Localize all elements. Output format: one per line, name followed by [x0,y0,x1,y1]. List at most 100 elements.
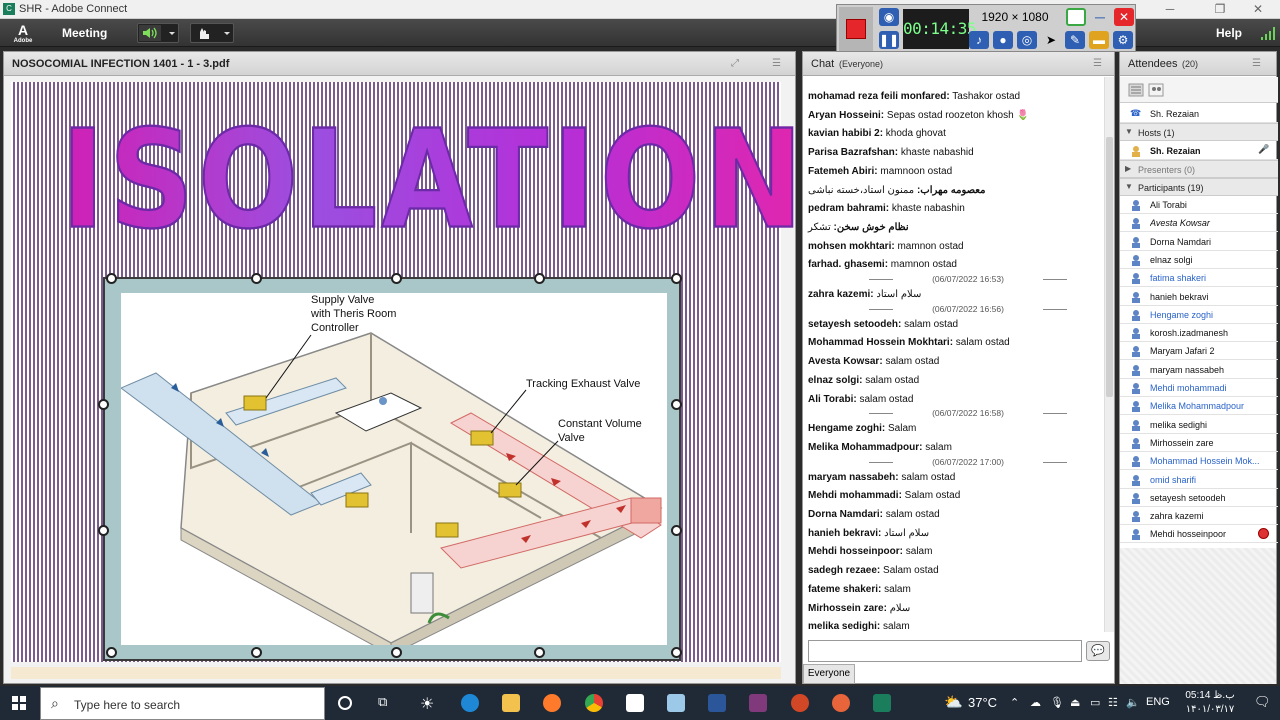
recorder-app-icon[interactable] [832,694,850,712]
resize-handle[interactable] [391,273,402,284]
participant-row[interactable]: Maryam Jafari 2 [1120,342,1278,361]
screenshot-icon[interactable]: ◉ [879,8,899,26]
scrollbar-thumb[interactable] [1106,137,1113,397]
microphone-icon[interactable]: ● [993,31,1013,49]
participant-row[interactable]: elnaz solgi [1120,251,1278,269]
notes-app-icon[interactable] [667,694,685,712]
stop-record-icon [846,19,866,39]
list-view-icon[interactable] [1128,82,1144,98]
participant-row[interactable]: omid sharifi [1120,471,1278,489]
resize-handle[interactable] [671,525,682,536]
usb-icon[interactable]: ⏏ [1070,696,1080,709]
participant-row[interactable]: fatima shakeri [1120,269,1278,288]
microphone-tray-icon[interactable]: 🎙 [1050,696,1064,709]
resize-handle[interactable] [106,273,117,284]
onenote-icon[interactable] [749,694,767,712]
chat-text: Tashakor ostad [949,91,1021,102]
share-pod-title: NOSOCOMIAL INFECTION 1401 - 1 - 3.pdf [12,58,230,70]
resize-handle[interactable] [98,399,109,410]
close-recorder-icon[interactable]: ✕ [1114,8,1134,26]
webcam-icon[interactable]: ◎ [1017,31,1037,49]
hosts-section[interactable]: ▼ Hosts (1) [1120,123,1278,141]
pause-icon[interactable]: ❚❚ [879,31,899,49]
resize-handle[interactable] [671,273,682,284]
firefox-icon[interactable] [543,694,561,712]
weather-sun-icon[interactable]: ☀ [420,694,438,713]
pen-icon[interactable]: ✎ [1065,31,1085,49]
tray-chevron-up-icon[interactable]: ⌃ [1010,696,1019,709]
resize-handle[interactable] [534,273,545,284]
network-icon[interactable]: ☷ [1108,696,1118,709]
notifications-icon[interactable]: 🗨 [1254,694,1271,710]
taskbar-search-box[interactable]: ⌕ Type here to search [40,687,325,720]
record-stop-button[interactable] [839,7,873,51]
participant-row[interactable]: hanieh bekravi [1120,288,1278,306]
taskbar-clock[interactable]: 05:14 ب.ظ ۱۴۰۱/۰۳/۱۷ [1184,689,1236,717]
cloud-icon[interactable]: ☁ [1030,696,1041,709]
resize-handle[interactable] [671,399,682,410]
participant-row[interactable]: Hengame zoghi [1120,306,1278,324]
participant-row[interactable]: Ali Torabi [1120,196,1278,214]
participant-row[interactable]: Dorna Namdari [1120,233,1278,251]
pod-menu-icon[interactable]: ☰ [772,58,781,69]
input-language[interactable]: ENG [1146,696,1170,708]
resize-handle[interactable] [391,647,402,658]
volume-tray-icon[interactable]: 🔈 [1126,696,1140,709]
resize-handle[interactable] [251,273,262,284]
chat-scrollbar[interactable] [1104,77,1114,632]
minimize-button[interactable]: ─ [1155,1,1185,18]
resize-handle[interactable] [671,647,682,658]
adobe-connect-taskbar-icon[interactable] [873,694,891,712]
participants-section[interactable]: ▼ Participants (19) [1120,178,1278,196]
presenter-row[interactable]: ☎ Sh. Rezaian [1120,105,1278,123]
participant-row[interactable]: maryam nassabeh [1120,361,1278,379]
word-icon[interactable] [708,694,726,712]
windows-start-icon[interactable] [12,696,26,710]
close-button[interactable]: ✕ [1243,1,1273,18]
participant-row[interactable]: Mehdi mohammadi [1120,379,1278,397]
resize-handle[interactable] [106,647,117,658]
folder-icon[interactable]: ▬ [1089,31,1109,49]
participant-row[interactable]: Mirhossein zare [1120,434,1278,452]
resize-handle[interactable] [251,647,262,658]
participant-row[interactable]: Avesta Kowsar [1120,214,1278,233]
speaker-toggle-button[interactable] [137,23,179,43]
volume-icon[interactable]: ♪ [969,31,989,49]
participant-row[interactable]: Mohammad Hossein Mok... [1120,452,1278,471]
chat-message: Fatemeh Abiri: mamnoon ostad [808,166,952,177]
participant-row[interactable]: melika sedighi [1120,416,1278,434]
cortana-icon[interactable] [338,696,352,710]
maximize-button[interactable]: ❐ [1205,1,1235,18]
participant-row[interactable]: zahra kazemi [1120,507,1278,526]
help-menu[interactable]: Help [1216,26,1242,40]
participant-row[interactable]: Melika Mohammadpour [1120,397,1278,416]
chat-menu-icon[interactable]: ☰ [1093,58,1102,69]
battery-icon[interactable]: ▭ [1090,696,1100,709]
resize-handle[interactable] [534,647,545,658]
attendees-menu-icon[interactable]: ☰ [1252,58,1261,69]
presenters-section[interactable]: ▶ Presenters (0) [1120,160,1278,178]
minimize-recorder-icon[interactable]: ─ [1090,8,1110,26]
chrome-icon[interactable] [585,694,603,712]
calendar-icon[interactable] [626,694,644,712]
host-row[interactable]: Sh. Rezaian 🎤 [1120,142,1278,160]
cursor-icon[interactable]: ➤ [1041,31,1061,49]
participant-row[interactable]: setayesh setoodeh [1120,489,1278,507]
resize-handle[interactable] [98,525,109,536]
temperature-text[interactable]: 37°C [968,695,997,710]
region-icon[interactable] [1066,8,1086,26]
meeting-menu[interactable]: Meeting [62,26,107,40]
settings-gear-icon[interactable]: ⚙ [1113,31,1133,49]
breakout-view-icon[interactable] [1148,82,1164,98]
task-view-icon[interactable]: ⧉ [378,694,396,712]
edge-browser-icon[interactable] [461,694,479,712]
powerpoint-icon[interactable] [791,694,809,712]
tab-everyone[interactable]: Everyone [803,664,855,684]
send-message-button[interactable]: 💬 [1086,641,1110,661]
file-explorer-icon[interactable] [502,694,520,712]
fullscreen-icon[interactable]: ⤢ [731,58,739,69]
participant-row[interactable]: Mehdi hosseinpoor [1120,525,1278,544]
participant-row[interactable]: korosh.izadmanesh [1120,324,1278,343]
chat-input[interactable] [808,640,1082,662]
share-status-button[interactable] [190,23,234,43]
